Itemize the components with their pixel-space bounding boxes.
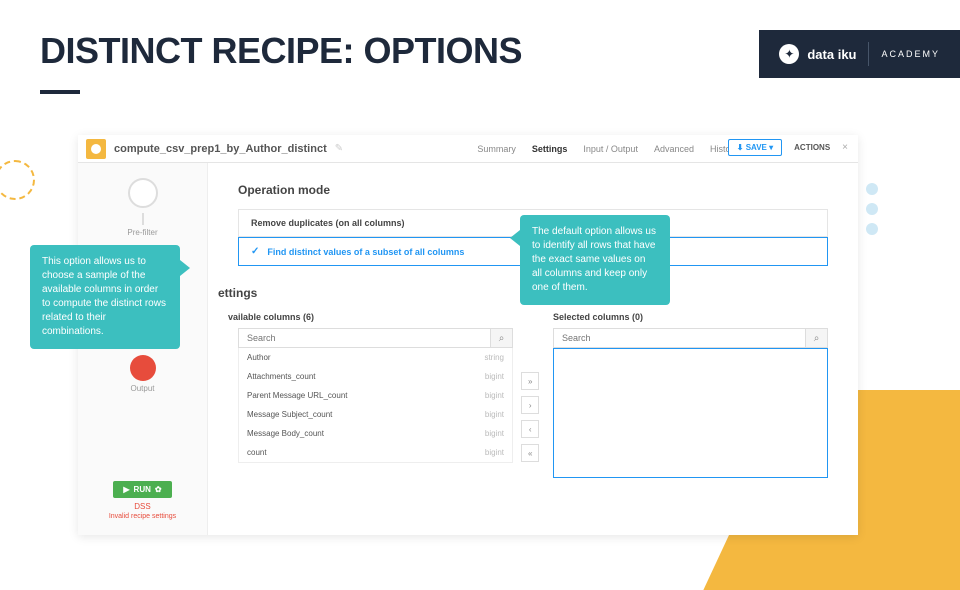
search-icon[interactable]: ⌕: [490, 329, 512, 347]
gear-icon: ✿: [155, 485, 162, 494]
transfer-buttons: » › ‹ «: [521, 372, 539, 462]
prefilter-label: Pre-filter: [127, 228, 157, 237]
output-node[interactable]: [130, 355, 156, 381]
logo-text: data iku: [807, 48, 856, 61]
tab-input-output[interactable]: Input / Output: [583, 144, 638, 154]
bird-icon: ✦: [779, 44, 799, 64]
play-icon: ▶: [123, 485, 129, 494]
list-item[interactable]: Message Subject_countbigint: [239, 405, 512, 424]
list-item[interactable]: countbigint: [239, 443, 512, 462]
selected-columns-header: Selected columns (0): [553, 312, 828, 322]
available-columns-panel: vailable columns (6) ⌕ Authorstring Atta…: [238, 312, 513, 478]
slide-title: DISTINCT RECIPE: OPTIONS: [40, 30, 522, 72]
dss-label: DSS: [134, 502, 150, 511]
left-sidebar: Pre-filter Output ▶ RUN ✿ DSS Invalid re…: [78, 163, 208, 535]
callout-default-option: The default option allows us to identify…: [520, 215, 670, 305]
save-button[interactable]: ⬇ SAVE ▾: [728, 139, 782, 156]
search-icon[interactable]: ⌕: [805, 329, 827, 347]
available-columns-list: Authorstring Attachments_countbigint Par…: [238, 348, 513, 463]
title-underline: [40, 90, 80, 94]
check-icon: ✓: [251, 246, 259, 257]
logo-secondary: ACADEMY: [881, 49, 940, 59]
decorative-circle: [0, 160, 35, 200]
move-all-right-button[interactable]: »: [521, 372, 539, 390]
list-item[interactable]: Message Body_countbigint: [239, 424, 512, 443]
column-settings: ettings vailable columns (6) ⌕ Authorstr…: [238, 286, 828, 478]
chevron-down-icon: ▾: [769, 143, 773, 152]
prefilter-node[interactable]: [128, 178, 158, 208]
list-item[interactable]: Authorstring: [239, 348, 512, 367]
operation-mode-title: Operation mode: [238, 183, 828, 197]
invalid-recipe-msg: Invalid recipe settings: [109, 513, 176, 520]
logo-badge: ✦ data iku ACADEMY: [759, 30, 960, 78]
logo-divider: [868, 42, 869, 66]
move-left-button[interactable]: ‹: [521, 420, 539, 438]
save-icon: ⬇: [737, 143, 744, 152]
recipe-title: compute_csv_prep1_by_Author_distinct: [114, 143, 327, 155]
recipe-icon[interactable]: [86, 139, 106, 159]
side-dot[interactable]: [866, 203, 878, 215]
output-label: Output: [130, 384, 154, 393]
actions-button[interactable]: ACTIONS: [788, 140, 836, 155]
edit-icon[interactable]: ✎: [335, 143, 343, 154]
available-search: ⌕: [238, 328, 513, 348]
callout-subset-option: This option allows us to choose a sample…: [30, 245, 180, 349]
run-button[interactable]: ▶ RUN ✿: [113, 481, 171, 498]
app-screenshot: compute_csv_prep1_by_Author_distinct ✎ S…: [78, 135, 858, 535]
move-right-button[interactable]: ›: [521, 396, 539, 414]
selected-search: ⌕: [553, 328, 828, 348]
list-item[interactable]: Parent Message URL_countbigint: [239, 386, 512, 405]
available-search-input[interactable]: [239, 329, 490, 347]
side-nav-dots: [866, 183, 878, 235]
selected-search-input[interactable]: [554, 329, 805, 347]
selected-columns-list[interactable]: [553, 348, 828, 478]
side-dot[interactable]: [866, 223, 878, 235]
tabs: Summary Settings Input / Output Advanced…: [477, 135, 738, 163]
run-section: ▶ RUN ✿ DSS Invalid recipe settings: [78, 481, 207, 520]
list-item[interactable]: Attachments_countbigint: [239, 367, 512, 386]
header-actions: ⬇ SAVE ▾ ACTIONS ×: [728, 139, 848, 156]
available-columns-header: vailable columns (6): [228, 312, 513, 322]
app-header: compute_csv_prep1_by_Author_distinct ✎ S…: [78, 135, 858, 163]
tab-settings[interactable]: Settings: [532, 144, 568, 154]
tab-summary[interactable]: Summary: [477, 144, 516, 154]
tab-advanced[interactable]: Advanced: [654, 144, 694, 154]
selected-columns-panel: Selected columns (0) ⌕: [553, 312, 828, 478]
app-body: Pre-filter Output ▶ RUN ✿ DSS Invalid re…: [78, 163, 858, 535]
close-icon[interactable]: ×: [842, 142, 848, 153]
move-all-left-button[interactable]: «: [521, 444, 539, 462]
side-dot[interactable]: [866, 183, 878, 195]
